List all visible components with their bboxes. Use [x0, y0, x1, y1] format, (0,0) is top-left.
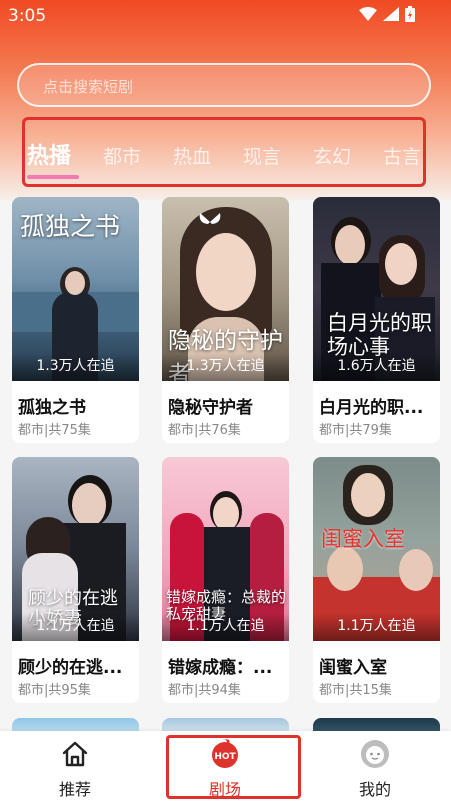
tab-action[interactable]: 热血 [173, 142, 211, 169]
nav-recommend[interactable]: 推荐 [0, 731, 150, 802]
tab-modern-romance[interactable]: 现言 [243, 142, 281, 169]
drama-title: 顾少的在逃... [18, 658, 123, 678]
drama-meta: 都市|共15集 [319, 683, 392, 698]
drama-cover-image: 顾少的在逃小娇妻 1.1万人在追 [12, 457, 139, 641]
drama-meta: 都市|共94集 [168, 683, 241, 698]
tab-active-indicator [27, 175, 79, 179]
drama-cover-title: 白月光的职场心事 [327, 311, 432, 359]
watch-count: 1.1万人在追 [12, 613, 139, 641]
drama-cover-image: 白月光的职场心事 1.6万人在追 [313, 197, 440, 381]
category-tabs-highlight [22, 117, 426, 187]
drama-cover-title: 闺蜜入室 [321, 527, 405, 551]
drama-meta: 都市|共75集 [18, 423, 91, 438]
search-placeholder: 点击搜索短剧 [43, 78, 134, 96]
drama-cover-image: 孤独之书 1.3万人在追 [12, 197, 139, 381]
drama-title: 错嫁成瘾：... [168, 658, 273, 678]
drama-meta: 都市|共95集 [18, 683, 91, 698]
drama-title: 白月光的职... [319, 398, 424, 418]
drama-meta: 都市|共79集 [319, 423, 392, 438]
drama-cover-title: 孤独之书 [20, 212, 121, 241]
drama-card[interactable]: 孤独之书 1.3万人在追 孤独之书 都市|共75集 [12, 197, 139, 443]
watch-count: 1.1万人在追 [313, 613, 440, 641]
tab-urban[interactable]: 都市 [103, 142, 141, 169]
nav-profile[interactable]: 我的 [300, 731, 450, 802]
status-icons [359, 6, 415, 22]
watch-count: 1.3万人在追 [162, 353, 289, 381]
drama-cover-image: 闺蜜入室 1.1万人在追 [313, 457, 440, 641]
tab-hot[interactable]: 热播 [27, 138, 71, 170]
drama-card[interactable]: 隐秘的守护者 1.3万人在追 隐秘守护者 都市|共76集 [162, 197, 289, 443]
status-time: 3:05 [8, 6, 47, 26]
drama-card[interactable]: 错嫁成瘾：总裁的私宠甜妻 1.1万人在追 错嫁成瘾：... 都市|共94集 [162, 457, 289, 703]
drama-meta: 都市|共76集 [168, 423, 241, 438]
tab-fantasy[interactable]: 玄幻 [313, 142, 351, 169]
drama-cover-image: 错嫁成瘾：总裁的私宠甜妻 1.1万人在追 [162, 457, 289, 641]
tab-period-romance[interactable]: 古言 [383, 142, 421, 169]
drama-title: 闺蜜入室 [319, 658, 387, 678]
status-bar: 3:05 [0, 0, 451, 34]
watch-count: 1.1万人在追 [162, 613, 289, 641]
drama-card[interactable]: 顾少的在逃小娇妻 1.1万人在追 顾少的在逃... 都市|共95集 [12, 457, 139, 703]
signal-icon [383, 7, 399, 21]
watch-count: 1.3万人在追 [12, 353, 139, 381]
search-input[interactable]: 点击搜索短剧 [17, 63, 431, 107]
battery-icon [405, 6, 415, 22]
nav-label-profile: 我的 [358, 780, 391, 799]
watch-count: 1.6万人在追 [313, 353, 440, 381]
drama-title: 孤独之书 [18, 398, 86, 418]
theater-tab-highlight [166, 735, 301, 799]
wifi-icon [359, 7, 377, 21]
home-icon [62, 741, 88, 767]
butterfly-icon [199, 213, 221, 224]
drama-card[interactable]: 闺蜜入室 1.1万人在追 闺蜜入室 都市|共15集 [313, 457, 440, 703]
nav-label-recommend: 推荐 [58, 780, 91, 799]
drama-card[interactable]: 白月光的职场心事 1.6万人在追 白月光的职... 都市|共79集 [313, 197, 440, 443]
drama-title: 隐秘守护者 [168, 398, 253, 418]
drama-cover-image: 隐秘的守护者 1.3万人在追 [162, 197, 289, 381]
profile-icon [361, 740, 389, 768]
